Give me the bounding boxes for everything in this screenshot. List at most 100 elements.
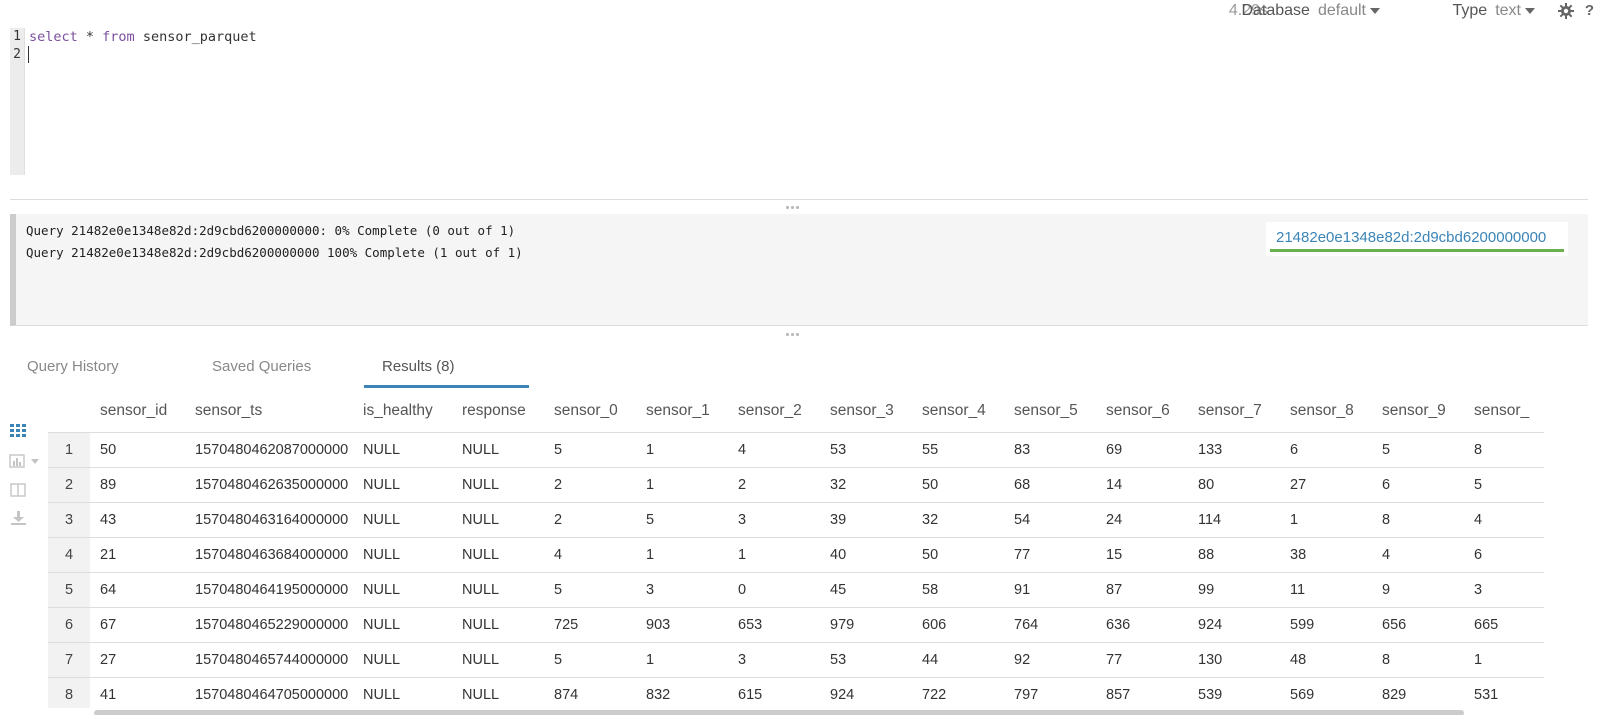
progress-bar — [1270, 249, 1564, 252]
table-row[interactable]: 6 67 1570480465229000000 NULL NULL 725 903 653 9… — [48, 607, 1544, 643]
table-cell: 43 — [90, 502, 185, 538]
table-cell: 1570480463164000000 — [185, 502, 353, 538]
sql-code[interactable]: select * from sensor_parquet — [29, 28, 257, 46]
table-cell: 99 — [1188, 572, 1280, 608]
download-icon[interactable] — [9, 510, 27, 526]
tab-saved-queries[interactable]: Saved Queries — [212, 358, 311, 375]
table-cell: 130 — [1188, 642, 1280, 678]
table-cell: 133 — [1188, 432, 1280, 468]
table-cell: 50 — [912, 537, 1004, 573]
table-cell: 41 — [90, 677, 185, 708]
horizontal-scrollbar[interactable] — [94, 710, 1464, 715]
table-cell: 5 — [544, 642, 636, 678]
table-cell: 89 — [90, 467, 185, 503]
table-row[interactable]: 7 27 1570480465744000000 NULL NULL 5 1 3 53 44 92 7… — [48, 642, 1544, 678]
columns-icon[interactable] — [9, 482, 27, 498]
gear-icon[interactable] — [1558, 3, 1574, 19]
table-cell: 874 — [544, 677, 636, 708]
resize-handle[interactable] — [786, 333, 800, 337]
column-header[interactable]: response — [452, 390, 544, 433]
table-cell: 32 — [820, 467, 912, 503]
table-cell: 21 — [90, 537, 185, 573]
table-cell: 1570480464705000000 — [185, 677, 353, 708]
sql-editor[interactable]: 1 2 select * from sensor_parquet — [10, 28, 1588, 175]
column-header[interactable]: sensor_ — [1464, 390, 1544, 433]
table-cell: 1 — [728, 537, 820, 573]
table-cell: 722 — [912, 677, 1004, 708]
table-cell: 1570480465229000000 — [185, 607, 353, 643]
line-number: 2 — [13, 47, 21, 62]
table-cell: 8 — [1464, 432, 1544, 468]
resize-handle[interactable] — [786, 206, 800, 210]
table-cell: 58 — [912, 572, 1004, 608]
table-cell: NULL — [452, 642, 544, 678]
type-selector[interactable]: Type text — [1453, 2, 1535, 20]
column-header[interactable]: sensor_2 — [728, 390, 820, 433]
column-header[interactable]: sensor_3 — [820, 390, 912, 433]
table-row[interactable]: 2 89 1570480462635000000 NULL NULL 2 1 2 32 50 68 1… — [48, 467, 1544, 503]
table-cell: 4 — [1464, 502, 1544, 538]
table-row[interactable]: 5 64 1570480464195000000 NULL NULL 5 3 0 45 58 91 8… — [48, 572, 1544, 608]
column-header[interactable]: sensor_8 — [1280, 390, 1372, 433]
table-cell: 64 — [90, 572, 185, 608]
chart-view-icon[interactable] — [9, 453, 41, 469]
table-cell: 5 — [544, 572, 636, 608]
column-header[interactable]: sensor_0 — [544, 390, 636, 433]
table-cell: 3 — [728, 642, 820, 678]
table-cell: NULL — [452, 677, 544, 708]
column-header[interactable]: sensor_5 — [1004, 390, 1096, 433]
column-header[interactable]: sensor_7 — [1188, 390, 1280, 433]
table-row[interactable]: 4 21 1570480463684000000 NULL NULL 4 1 1 40 50 77 1… — [48, 537, 1544, 573]
table-cell: 5 — [544, 432, 636, 468]
column-header[interactable]: sensor_6 — [1096, 390, 1188, 433]
table-cell: 1 — [636, 642, 728, 678]
table-cell: 606 — [912, 607, 1004, 643]
table-cell: 53 — [820, 432, 912, 468]
column-header[interactable]: sensor_id — [90, 390, 185, 433]
database-selector[interactable]: Database default — [1241, 2, 1380, 20]
table-cell: 857 — [1096, 677, 1188, 708]
table-row[interactable]: 1 50 1570480462087000000 NULL NULL 5 1 4 53 55 83 6… — [48, 432, 1544, 468]
help-icon[interactable]: ? — [1585, 2, 1594, 19]
table-cell: 924 — [820, 677, 912, 708]
table-row[interactable]: 8 41 1570480464705000000 NULL NULL 874 832 615 9… — [48, 677, 1544, 708]
table-cell: 54 — [1004, 502, 1096, 538]
column-header[interactable]: is_healthy — [353, 390, 452, 433]
table-cell: 9 — [1372, 572, 1464, 608]
row-number: 8 — [48, 677, 90, 708]
table-cell: 2 — [544, 502, 636, 538]
table-cell: 5 — [636, 502, 728, 538]
database-value[interactable]: default — [1318, 2, 1366, 20]
table-cell: 14 — [1096, 467, 1188, 503]
active-tab-indicator — [364, 385, 529, 388]
table-cell: NULL — [452, 502, 544, 538]
chevron-down-icon — [1525, 8, 1535, 14]
line-number: 1 — [13, 29, 21, 44]
table-row[interactable]: 3 43 1570480463164000000 NULL NULL 2 5 3 39 32 54 2… — [48, 502, 1544, 538]
column-header[interactable]: sensor_1 — [636, 390, 728, 433]
table-cell: NULL — [452, 572, 544, 608]
table-cell: 1570480462635000000 — [185, 467, 353, 503]
results-table: sensor_id sensor_ts is_healthy response sens… — [48, 390, 1544, 708]
grid-view-icon[interactable] — [9, 423, 27, 439]
tab-results[interactable]: Results (8) — [382, 358, 455, 375]
results-grid: sensor_id sensor_ts is_healthy response sens… — [48, 390, 1564, 708]
table-cell: 3 — [728, 502, 820, 538]
table-cell: 83 — [1004, 432, 1096, 468]
column-header[interactable]: sensor_4 — [912, 390, 1004, 433]
job-link[interactable]: 21482e0e1348e82d:2d9cbd6200000000 — [1276, 229, 1546, 246]
table-cell: 50 — [90, 432, 185, 468]
table-cell: 3 — [1464, 572, 1544, 608]
table-cell: NULL — [452, 432, 544, 468]
tab-query-history[interactable]: Query History — [27, 358, 119, 375]
column-header[interactable]: sensor_9 — [1372, 390, 1464, 433]
table-cell: 40 — [820, 537, 912, 573]
type-value[interactable]: text — [1495, 2, 1521, 20]
job-progress[interactable]: 21482e0e1348e82d:2d9cbd6200000000 — [1266, 222, 1568, 256]
table-cell: 1570480464195000000 — [185, 572, 353, 608]
chevron-down-icon — [1370, 8, 1380, 14]
column-header[interactable]: sensor_ts — [185, 390, 353, 433]
table-cell: 45 — [820, 572, 912, 608]
table-cell: 5 — [1464, 467, 1544, 503]
table-cell: NULL — [353, 502, 452, 538]
